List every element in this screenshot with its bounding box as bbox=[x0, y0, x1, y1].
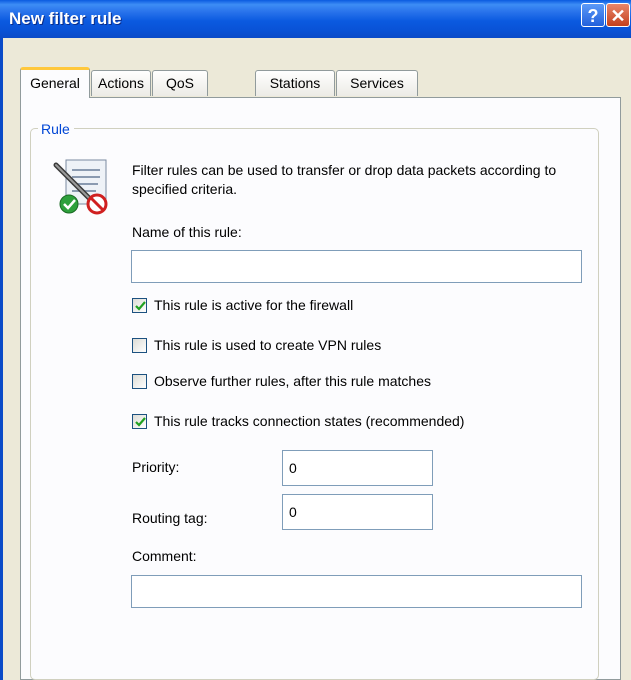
vpn-rules-label: This rule is used to create VPN rules bbox=[154, 337, 382, 353]
active-firewall-label: This rule is active for the firewall bbox=[154, 297, 354, 313]
tab-actions[interactable]: Actions bbox=[91, 70, 151, 96]
title-bar[interactable]: New filter rule ? ✕ bbox=[0, 0, 631, 38]
help-button[interactable]: ? bbox=[581, 3, 605, 27]
track-connections-label: This rule tracks connection states (reco… bbox=[154, 413, 465, 429]
track-connections-checkbox[interactable] bbox=[132, 414, 147, 429]
routing-tag-label: Routing tag: bbox=[132, 510, 208, 526]
window-title: New filter rule bbox=[9, 9, 122, 28]
vpn-rules-checkbox[interactable] bbox=[132, 338, 147, 353]
routing-tag-input[interactable] bbox=[282, 494, 433, 530]
tab-general[interactable]: General bbox=[20, 67, 90, 98]
observe-further-checkbox[interactable] bbox=[132, 374, 147, 389]
comment-label: Comment: bbox=[132, 548, 197, 564]
dialog-window: New filter rule ? ✕ General Actions QoS … bbox=[0, 0, 631, 680]
rule-name-input[interactable] bbox=[131, 250, 582, 283]
priority-label: Priority: bbox=[132, 459, 180, 475]
rule-group-label: Rule bbox=[38, 121, 74, 137]
close-button[interactable]: ✕ bbox=[606, 3, 630, 27]
tab-services[interactable]: Services bbox=[336, 70, 418, 96]
comment-input[interactable] bbox=[131, 575, 582, 608]
active-firewall-checkbox[interactable] bbox=[132, 298, 147, 313]
window-frame-left bbox=[0, 38, 3, 680]
rule-document-icon bbox=[50, 157, 120, 215]
tab-qos[interactable]: QoS bbox=[152, 70, 208, 96]
priority-input[interactable] bbox=[282, 450, 433, 486]
name-label: Name of this rule: bbox=[132, 224, 242, 240]
tab-stations[interactable]: Stations bbox=[255, 70, 335, 96]
rule-description: Filter rules can be used to transfer or … bbox=[132, 162, 557, 197]
observe-further-label: Observe further rules, after this rule m… bbox=[154, 373, 431, 389]
